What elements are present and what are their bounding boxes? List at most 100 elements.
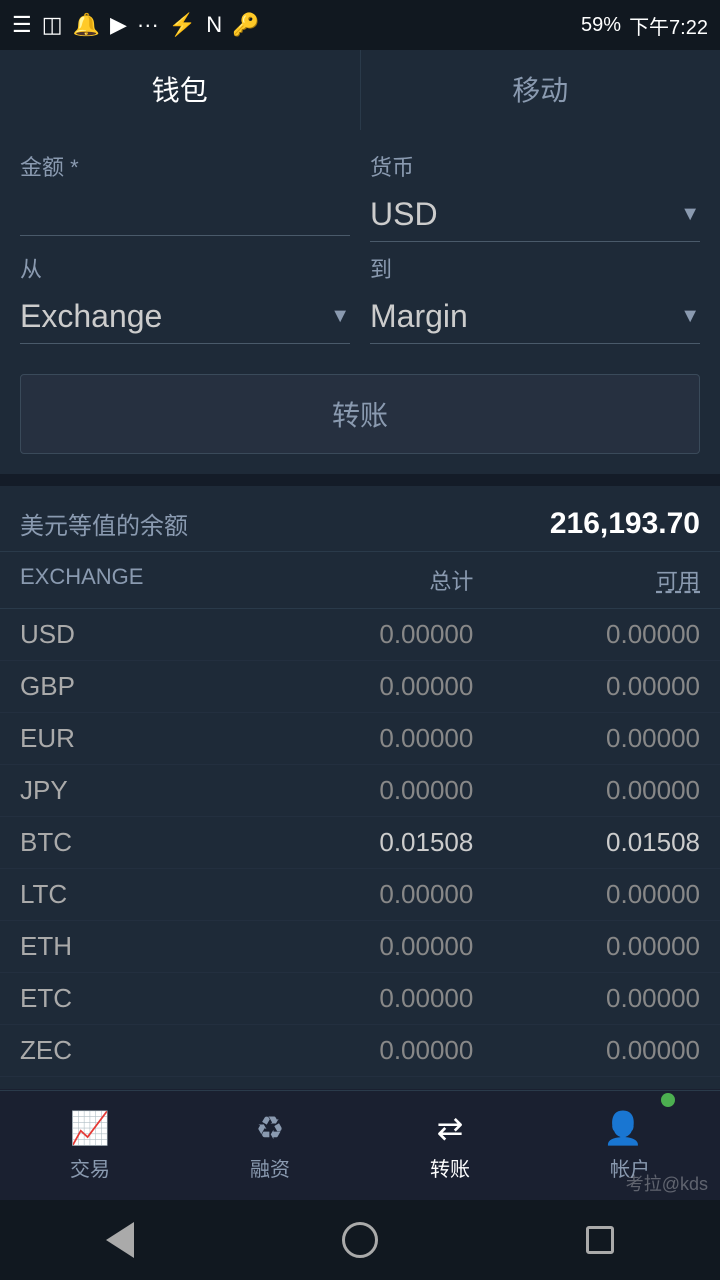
table-row: GBP 0.00000 0.00000 (0, 661, 720, 713)
cell-available: 0.00000 (473, 775, 700, 806)
to-select[interactable]: Margin ▼ (370, 290, 700, 344)
amount-label: 金额 * (20, 150, 350, 182)
finance-icon: ♻ (256, 1109, 285, 1147)
from-dropdown-icon: ▼ (330, 305, 350, 328)
cell-total: 0.00000 (247, 1035, 474, 1066)
cell-available: 0.00000 (473, 931, 700, 962)
cell-available: 0.00000 (473, 671, 700, 702)
table-row: XMR 0.00000 0.00000 (0, 1077, 720, 1089)
back-icon (106, 1222, 134, 1258)
cell-total: 0.00000 (247, 671, 474, 702)
cell-available: 0.00000 (473, 619, 700, 650)
android-nav-bar (0, 1200, 720, 1280)
recents-icon (586, 1226, 614, 1254)
nav-label-finance: 融资 (250, 1153, 290, 1182)
time-text: 下午7:22 (629, 11, 708, 40)
cell-available: 0.00000 (473, 879, 700, 910)
currency-group: 货币 USD ▼ (370, 150, 700, 242)
table-row: ZEC 0.00000 0.00000 (0, 1025, 720, 1077)
cell-name: BTC (20, 827, 247, 858)
more-icon: ··· (137, 12, 159, 38)
from-group: 从 Exchange ▼ (20, 252, 350, 344)
to-dropdown-icon: ▼ (680, 305, 700, 328)
watermark: 考拉@kds (626, 1170, 708, 1196)
form-row-from-to: 从 Exchange ▼ 到 Margin ▼ (20, 252, 700, 344)
from-value: Exchange (20, 290, 330, 343)
table-row: USD 0.00000 0.00000 (0, 609, 720, 661)
trade-icon: 📈 (70, 1109, 110, 1147)
transfer-icon: ⇄ (437, 1109, 464, 1147)
cell-name: GBP (20, 671, 247, 702)
notification-icon: 🔔 (73, 12, 100, 38)
cell-name: ETC (20, 983, 247, 1014)
battery-text: 59% (581, 14, 621, 37)
bluetooth-icon: ⚡ (169, 12, 196, 38)
key-icon: 🔑 (232, 12, 259, 38)
account-icon: 👤 (603, 1109, 643, 1147)
amount-group: 金额 * (20, 150, 350, 242)
cell-total: 0.00000 (247, 619, 474, 650)
cell-available: 0.00000 (473, 1035, 700, 1066)
account-online-dot (661, 1093, 675, 1107)
nav-label-trade: 交易 (70, 1153, 110, 1182)
form-area: 金额 * 货币 USD ▼ 从 Exchange ▼ 到 Margin ▼ (0, 130, 720, 474)
to-value: Margin (370, 290, 680, 343)
amount-input[interactable] (20, 188, 350, 236)
from-select[interactable]: Exchange ▼ (20, 290, 350, 344)
transfer-button[interactable]: 转账 (20, 374, 700, 454)
table-header: EXCHANGE 总计 可用 (0, 552, 720, 609)
cell-total: 0.00000 (247, 879, 474, 910)
status-right-info: 59% 下午7:22 (581, 11, 708, 40)
cell-total: 0.00000 (247, 723, 474, 754)
currency-dropdown-icon: ▼ (680, 203, 700, 226)
section-divider (0, 474, 720, 486)
cell-name: ZEC (20, 1035, 247, 1066)
nav-item-trade[interactable]: 📈 交易 (0, 1109, 180, 1182)
to-group: 到 Margin ▼ (370, 252, 700, 344)
to-label: 到 (370, 252, 700, 284)
table-row: ETH 0.00000 0.00000 (0, 921, 720, 973)
cell-total: 0.01508 (247, 827, 474, 858)
cell-name: XMR (20, 1087, 247, 1089)
cell-name: JPY (20, 775, 247, 806)
status-bar: ☰ ◫ 🔔 ▶ ··· ⚡ N 🔑 59% 下午7:22 (0, 0, 720, 50)
home-icon (342, 1222, 378, 1258)
balance-section: 美元等值的余额 216,193.70 (0, 486, 720, 552)
cell-name: LTC (20, 879, 247, 910)
recents-button[interactable] (575, 1215, 625, 1265)
currency-value: USD (370, 188, 680, 241)
header-total: 总计 (247, 564, 474, 596)
nfc-icon: N (206, 12, 222, 38)
tab-wallet[interactable]: 钱包 (0, 50, 360, 130)
cell-total: 0.00000 (247, 983, 474, 1014)
home-button[interactable] (335, 1215, 385, 1265)
currency-select[interactable]: USD ▼ (370, 188, 700, 242)
from-label: 从 (20, 252, 350, 284)
currency-label: 货币 (370, 150, 700, 182)
cell-total: 0.00000 (247, 1087, 474, 1089)
nav-item-finance[interactable]: ♻ 融资 (180, 1109, 360, 1182)
cell-name: ETH (20, 931, 247, 962)
transfer-btn-wrap: 转账 (20, 354, 700, 474)
header-name: EXCHANGE (20, 564, 247, 596)
back-button[interactable] (95, 1215, 145, 1265)
table-section: EXCHANGE 总计 可用 USD 0.00000 0.00000 GBP 0… (0, 552, 720, 1089)
cell-available: 0.00000 (473, 983, 700, 1014)
table-scroll-area: USD 0.00000 0.00000 GBP 0.00000 0.00000 … (0, 609, 720, 1089)
form-row-amount-currency: 金额 * 货币 USD ▼ (20, 150, 700, 242)
cell-name: EUR (20, 723, 247, 754)
table-row: JPY 0.00000 0.00000 (0, 765, 720, 817)
wallet-status-icon: ◫ (42, 12, 63, 38)
table-row: LTC 0.00000 0.00000 (0, 869, 720, 921)
balance-label: 美元等值的余额 (20, 506, 188, 541)
cell-available: 0.00000 (473, 1087, 700, 1089)
send-icon: ▶ (110, 12, 127, 38)
menu-icon: ☰ (12, 12, 32, 38)
top-tab-bar: 钱包 移动 (0, 50, 720, 130)
table-row: BTC 0.01508 0.01508 (0, 817, 720, 869)
cell-total: 0.00000 (247, 775, 474, 806)
status-left-icons: ☰ ◫ 🔔 ▶ ··· ⚡ N 🔑 (12, 12, 260, 38)
nav-item-transfer[interactable]: ⇄ 转账 (360, 1109, 540, 1182)
balance-value: 216,193.70 (550, 507, 700, 541)
tab-move[interactable]: 移动 (361, 50, 720, 130)
